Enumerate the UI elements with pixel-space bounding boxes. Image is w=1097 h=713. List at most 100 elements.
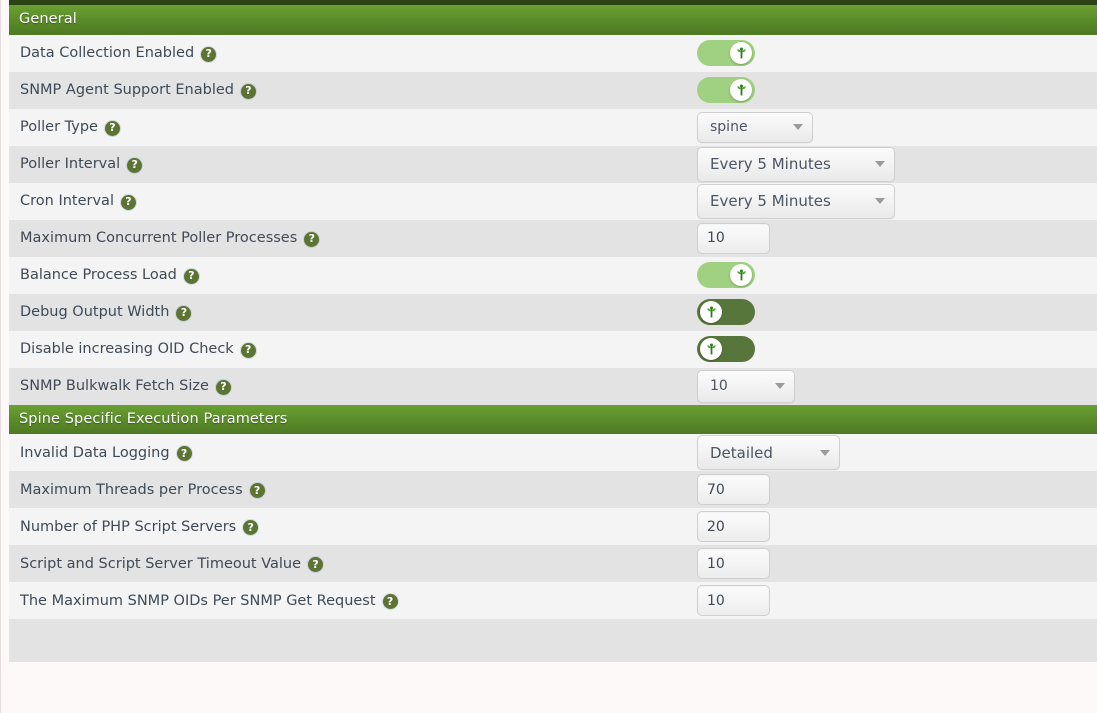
help-circle-icon[interactable]: ? xyxy=(304,231,320,247)
text-input[interactable] xyxy=(697,474,770,505)
toggle-switch[interactable] xyxy=(697,77,755,103)
setting-label: Balance Process Load? xyxy=(9,267,695,284)
chevron-down-icon xyxy=(775,383,785,389)
section-header: Spine Specific Execution Parameters xyxy=(9,404,1097,434)
settings-row: SNMP Agent Support Enabled? xyxy=(9,71,1097,109)
settings-row: Cron Interval? Every 5 Minutes xyxy=(9,182,1097,220)
setting-label-text: Maximum Threads per Process xyxy=(20,481,243,498)
setting-label: Poller Type? xyxy=(9,119,695,136)
setting-label-text: The Maximum SNMP OIDs Per SNMP Get Reque… xyxy=(20,592,376,609)
help-circle-icon[interactable]: ? xyxy=(308,557,324,572)
sprout-icon xyxy=(730,42,752,64)
dropdown-value: 10 xyxy=(710,378,728,394)
setting-label-text: Disable increasing OID Check xyxy=(20,341,234,357)
setting-control xyxy=(695,262,1097,288)
sprout-icon xyxy=(730,264,752,286)
setting-label: Disable increasing OID Check? xyxy=(9,341,695,358)
text-input[interactable] xyxy=(697,222,770,254)
setting-label: Script and Script Server Timeout Value? xyxy=(9,556,695,572)
help-circle-icon[interactable]: ? xyxy=(243,520,259,535)
setting-control xyxy=(695,585,1097,616)
setting-label: SNMP Agent Support Enabled? xyxy=(9,82,695,99)
toggle-switch[interactable] xyxy=(697,262,755,288)
help-circle-icon[interactable]: ? xyxy=(176,446,192,461)
setting-label: SNMP Bulkwalk Fetch Size? xyxy=(9,378,695,395)
settings-row: Poller Type? spine xyxy=(9,108,1097,146)
sprout-icon xyxy=(730,79,752,101)
setting-control xyxy=(695,222,1097,254)
settings-row-spacer xyxy=(9,619,1097,662)
section-header-title: Spine Specific Execution Parameters xyxy=(19,410,288,427)
setting-label: Maximum Concurrent Poller Processes? xyxy=(9,230,695,247)
setting-label: The Maximum SNMP OIDs Per SNMP Get Reque… xyxy=(9,593,695,609)
setting-label-text: Number of PHP Script Servers xyxy=(20,518,237,535)
section-header-title: General xyxy=(19,11,77,27)
dropdown-value: Every 5 Minutes xyxy=(710,155,831,173)
text-input[interactable] xyxy=(697,511,770,542)
setting-label-text: Invalid Data Logging xyxy=(20,444,170,461)
settings-page: General Data Collection Enabled? SNMP Agen… xyxy=(0,0,1097,713)
setting-label-text: Poller Type xyxy=(20,119,98,135)
help-circle-icon[interactable]: ? xyxy=(183,268,199,284)
setting-control: Detailed xyxy=(695,435,1097,470)
help-circle-icon[interactable]: ? xyxy=(215,379,231,395)
toggle-switch[interactable] xyxy=(697,336,755,362)
settings-row: Maximum Threads per Process? xyxy=(9,471,1097,508)
sprout-icon xyxy=(700,301,722,323)
help-circle-icon[interactable]: ? xyxy=(201,46,217,62)
dropdown-value: Detailed xyxy=(710,443,773,462)
setting-label-text: Debug Output Width xyxy=(20,304,170,320)
dropdown-select[interactable]: Every 5 Minutes xyxy=(697,146,895,182)
help-circle-icon[interactable]: ? xyxy=(240,342,256,358)
setting-control xyxy=(695,299,1097,325)
chevron-down-icon xyxy=(875,198,885,204)
setting-control xyxy=(695,77,1097,103)
settings-row: Poller Interval? Every 5 Minutes xyxy=(9,145,1097,183)
toggle-switch[interactable] xyxy=(697,299,755,325)
settings-row: Number of PHP Script Servers? xyxy=(9,508,1097,545)
settings-row: Maximum Concurrent Poller Processes? xyxy=(9,219,1097,257)
text-input[interactable] xyxy=(697,585,770,616)
setting-control: Every 5 Minutes xyxy=(695,146,1097,182)
setting-label: Cron Interval? xyxy=(9,193,695,210)
chevron-down-icon xyxy=(820,449,830,456)
help-circle-icon[interactable]: ? xyxy=(120,194,136,210)
settings-row: SNMP Bulkwalk Fetch Size? 10 xyxy=(9,367,1097,405)
help-circle-icon[interactable]: ? xyxy=(104,120,120,136)
dropdown-select[interactable]: Every 5 Minutes xyxy=(697,183,895,219)
settings-row: Data Collection Enabled? xyxy=(9,34,1097,72)
settings-body: General Data Collection Enabled? SNMP Agen… xyxy=(1,5,1097,662)
setting-control: 10 xyxy=(695,369,1097,403)
setting-label-text: SNMP Agent Support Enabled xyxy=(20,82,234,98)
setting-control xyxy=(695,336,1097,362)
setting-label-text: SNMP Bulkwalk Fetch Size xyxy=(20,378,209,394)
setting-label-text: Balance Process Load xyxy=(20,267,177,283)
text-input[interactable] xyxy=(697,548,770,579)
help-circle-icon[interactable]: ? xyxy=(240,83,256,99)
settings-row: Script and Script Server Timeout Value? xyxy=(9,545,1097,582)
toggle-switch[interactable] xyxy=(697,40,755,66)
settings-row: Disable increasing OID Check? xyxy=(9,330,1097,368)
dropdown-select[interactable]: 10 xyxy=(697,369,795,403)
chevron-down-icon xyxy=(875,161,885,167)
setting-label: Debug Output Width? xyxy=(9,304,695,321)
help-circle-icon[interactable]: ? xyxy=(382,594,398,609)
setting-control xyxy=(695,511,1097,542)
dropdown-value: spine xyxy=(710,119,748,135)
setting-label-text: Data Collection Enabled xyxy=(20,45,195,61)
setting-label: Invalid Data Logging? xyxy=(9,445,695,461)
setting-label-text: Poller Interval xyxy=(20,156,121,172)
help-circle-icon[interactable]: ? xyxy=(176,305,192,321)
dropdown-select[interactable]: Detailed xyxy=(697,435,840,470)
setting-control xyxy=(695,474,1097,505)
dropdown-value: Every 5 Minutes xyxy=(710,192,831,210)
settings-row: Invalid Data Logging? Detailed xyxy=(9,434,1097,471)
setting-label: Data Collection Enabled? xyxy=(9,45,695,62)
dropdown-select[interactable]: spine xyxy=(697,111,813,143)
chevron-down-icon xyxy=(793,124,803,130)
setting-label: Poller Interval? xyxy=(9,156,695,173)
section-header: General xyxy=(9,5,1097,35)
help-circle-icon[interactable]: ? xyxy=(249,483,265,498)
setting-label-text: Script and Script Server Timeout Value xyxy=(20,555,302,572)
help-circle-icon[interactable]: ? xyxy=(127,157,143,173)
